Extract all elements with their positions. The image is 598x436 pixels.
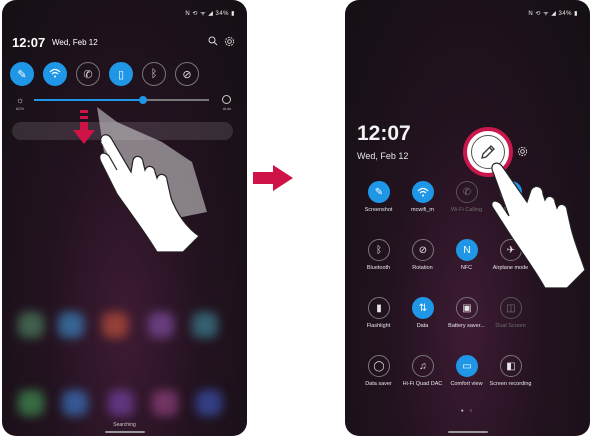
phone-screen-left: N ⟲ ᯤ ◢ 34% ▮ 12:07 Wed, Feb 12 ✎ ✆ ▯ ᛒ … [2,0,247,436]
status-bar: N ⟲ ᯤ ◢ 34% ▮ [185,11,235,17]
date: Wed, Feb 12 [357,151,409,161]
tile-airplane[interactable]: ✈ Airplane mode [481,239,540,289]
quick-toggle-row: ✎ ✆ ▯ ᛒ ⊘ [10,62,239,86]
edit-pencil-icon [481,145,495,159]
vibrate-icon: ▯ [117,68,125,81]
navigation-handle[interactable] [104,431,145,433]
bluetooth-icon[interactable]: ᛒ [368,239,390,261]
brightness-thumb[interactable] [138,96,147,104]
wifi-icon [49,68,61,81]
clock: 12:07 [12,35,46,50]
edit-button[interactable] [471,135,505,169]
vibrate-toggle[interactable]: ▯ [109,62,133,86]
notification-preview [12,122,233,140]
settings-gear-icon[interactable] [517,146,528,160]
vibrate-icon[interactable]: ▯ [500,181,522,203]
data-icon[interactable]: ⇅ [412,297,434,319]
settings-gear-icon[interactable] [223,36,235,48]
auto-brightness-label: Auto [222,106,231,111]
quick-settings-header: 12:07 Wed, Feb 12 [12,35,237,53]
wifi-calling-icon[interactable]: ✆ [456,181,478,203]
wifi-calling-icon: ✆ [83,68,93,81]
brightness-slider[interactable]: ☼ 62% Auto [10,95,239,115]
wifi-calling-toggle[interactable]: ✆ [76,62,100,86]
tile-label: Dual Screen [495,323,526,329]
rotation-icon[interactable]: ⊘ [412,239,434,261]
tile-screen-recording[interactable]: ◧ Screen recording [481,355,540,405]
data-saver-icon[interactable]: ◯ [368,355,390,377]
bluetooth-toggle[interactable]: ᛒ [142,62,166,86]
edit-pencil-icon: ✎ [17,68,27,81]
page-indicator: ● ○ [460,408,475,414]
tile-label: Airplane mode [492,265,529,271]
wifi-icon[interactable] [412,181,434,203]
brightness-sun-icon: ☼ [16,95,25,105]
blurred-home-apps [12,300,237,420]
screen-recording-icon[interactable]: ◧ [500,355,522,377]
comfort-view-icon[interactable]: ▭ [456,355,478,377]
tile-dual-screen[interactable]: ◫ Dual Screen [481,297,540,347]
nfc-icon[interactable]: N [456,239,478,261]
hifi-dac-icon[interactable]: ♫ [412,355,434,377]
searching-text: Searching [113,422,136,428]
battery-saver-icon[interactable]: ▣ [456,297,478,319]
navigation-handle[interactable] [447,431,488,433]
brightness-fill [34,99,143,101]
screenshot-icon[interactable]: ✎ [368,181,390,203]
phone-screen-right: N ⟲ ᯤ ◢ 34% ▮ 12:07 Wed, Feb 12 ✎ Screen… [345,0,590,436]
dual-screen-icon[interactable]: ◫ [500,297,522,319]
date: Wed, Feb 12 [52,38,98,47]
rotation-icon: ⊘ [182,68,192,81]
status-bar: N ⟲ ᯤ ◢ 34% ▮ [528,11,578,17]
brightness-value: 62% [16,106,25,111]
search-icon[interactable] [207,36,219,48]
tile-label: Vibrate [501,207,520,213]
next-step-arrow-icon [253,165,293,191]
airplane-icon[interactable]: ✈ [500,239,522,261]
tile-vibrate[interactable]: ▯ Vibrate [481,181,540,231]
edit-toggle[interactable]: ✎ [10,62,34,86]
brightness-track[interactable] [34,96,209,104]
rotation-toggle[interactable]: ⊘ [175,62,199,86]
clock: 12:07 [357,122,411,145]
edit-button-highlight[interactable] [463,127,513,177]
bluetooth-icon: ᛒ [150,68,158,80]
wifi-toggle[interactable] [43,62,67,86]
flashlight-icon[interactable]: ▮ [368,297,390,319]
swipe-down-arrow-icon [73,110,95,144]
tile-label: Screen recording [489,381,532,387]
auto-brightness-toggle[interactable] [222,95,231,104]
